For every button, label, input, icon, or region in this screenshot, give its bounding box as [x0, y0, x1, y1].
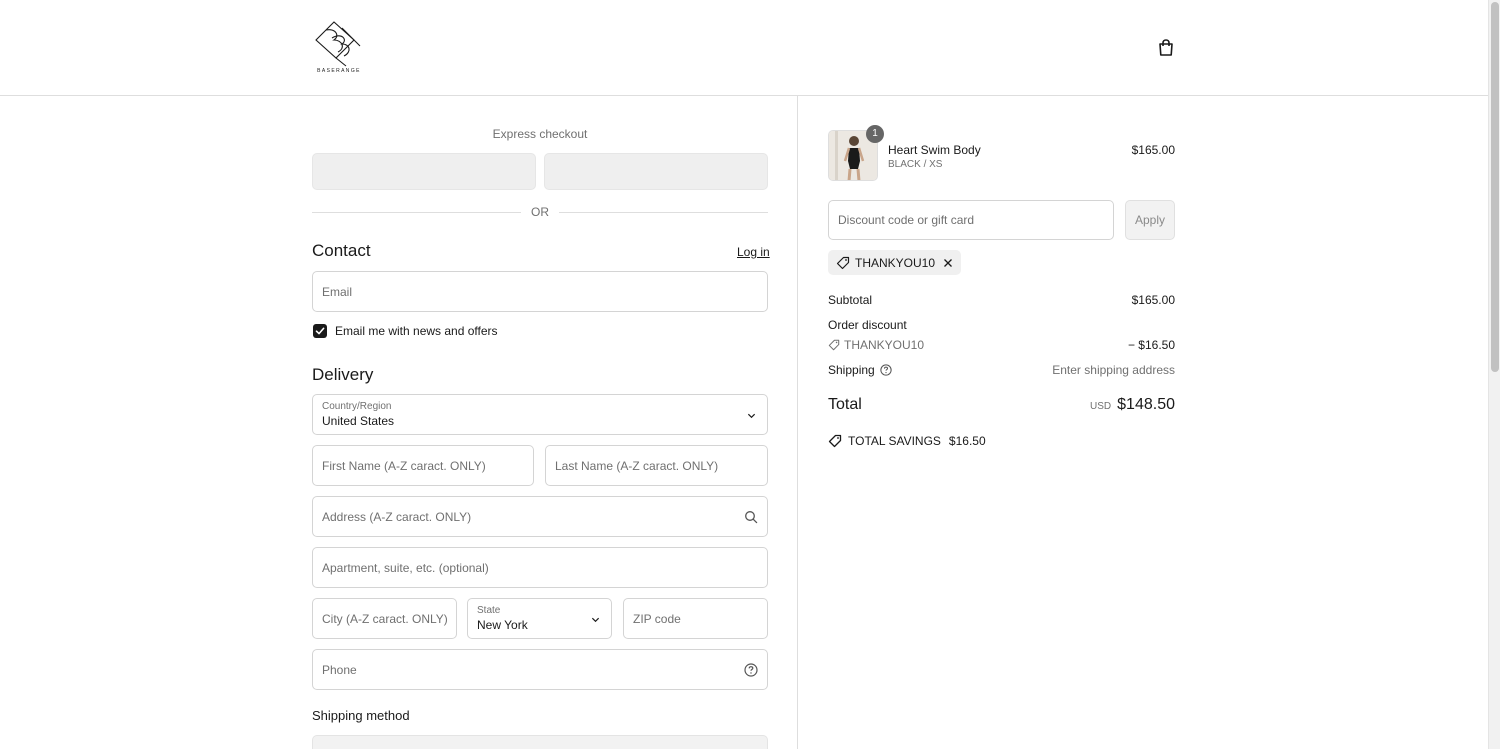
zip-input[interactable]	[624, 599, 767, 638]
subtotal-value: $165.00	[1131, 293, 1175, 307]
first-name-field[interactable]	[312, 445, 534, 486]
apartment-input[interactable]	[313, 548, 767, 587]
first-name-input[interactable]	[313, 446, 533, 485]
phone-field[interactable]	[312, 649, 768, 690]
email-field[interactable]	[312, 271, 768, 312]
apply-discount-button[interactable]: Apply	[1125, 200, 1175, 240]
product-price: $165.00	[1131, 143, 1175, 157]
tag-icon	[836, 256, 850, 269]
site-header: BASERANGE	[0, 0, 1488, 96]
shipping-label: Shipping	[828, 363, 875, 377]
order-discount-code-row: THANKYOU10	[828, 338, 924, 352]
shipping-value: Enter shipping address	[1052, 363, 1175, 377]
express-checkout-title: Express checkout	[492, 127, 588, 141]
total-savings-row: TOTAL SAVINGS $16.50	[828, 434, 986, 448]
tag-icon	[828, 339, 840, 351]
discount-field[interactable]	[828, 200, 1114, 240]
contact-heading: Contact	[312, 241, 371, 260]
state-select-value: New York	[477, 618, 528, 632]
address-input[interactable]	[313, 497, 767, 536]
last-name-field[interactable]	[545, 445, 768, 486]
country-select-value: United States	[322, 414, 395, 428]
logo-mark-icon	[315, 21, 361, 67]
tag-icon	[828, 434, 842, 448]
order-discount-value: − $16.50	[1127, 338, 1175, 352]
column-divider	[797, 96, 798, 749]
country-select[interactable]: Country/Region United States	[312, 394, 768, 435]
login-link[interactable]: Log in	[737, 245, 770, 259]
chevron-down-icon	[747, 413, 756, 419]
email-input[interactable]	[313, 272, 767, 311]
newsletter-label: Email me with news and offers	[335, 324, 498, 338]
logo-wordmark: BASERANGE	[317, 68, 361, 74]
product-name: Heart Swim Body	[888, 143, 981, 157]
total-value-row: USD $148.50	[1090, 396, 1175, 414]
shipping-row-label: Shipping	[828, 363, 892, 377]
product-variant: BLACK / XS	[888, 159, 943, 170]
express-pay-button-1[interactable]	[312, 153, 536, 190]
shopping-bag-icon[interactable]	[1156, 38, 1176, 58]
remove-discount-button[interactable]	[943, 258, 953, 268]
last-name-input[interactable]	[546, 446, 767, 485]
newsletter-checkbox-row[interactable]: Email me with news and offers	[313, 323, 498, 339]
checkmark-icon	[315, 327, 325, 335]
total-currency: USD	[1090, 401, 1112, 412]
total-savings-label: TOTAL SAVINGS	[848, 434, 941, 448]
chevron-down-icon	[591, 617, 600, 623]
close-icon	[944, 258, 952, 267]
phone-input[interactable]	[313, 650, 767, 689]
newsletter-checkbox[interactable]	[313, 324, 327, 338]
shipping-method-heading: Shipping method	[312, 708, 410, 723]
address-field[interactable]	[312, 496, 768, 537]
express-pay-button-2[interactable]	[544, 153, 768, 190]
delivery-heading: Delivery	[312, 365, 374, 384]
help-circle-icon[interactable]	[880, 364, 892, 376]
total-label: Total	[828, 396, 862, 413]
shipping-method-placeholder	[312, 735, 768, 749]
subtotal-label: Subtotal	[828, 293, 873, 307]
discount-input[interactable]	[829, 201, 1113, 239]
baserange-logo[interactable]: BASERANGE	[312, 18, 366, 78]
help-circle-icon[interactable]	[744, 663, 758, 677]
quantity-badge: 1	[866, 125, 884, 143]
city-input[interactable]	[313, 599, 456, 638]
total-amount: $148.50	[1117, 396, 1175, 413]
apartment-field[interactable]	[312, 547, 768, 588]
or-line-right	[559, 212, 768, 213]
scrollbar-thumb[interactable]	[1491, 2, 1499, 372]
city-field[interactable]	[312, 598, 457, 639]
page-scrollbar[interactable]	[1488, 0, 1500, 749]
search-icon[interactable]	[744, 510, 758, 524]
zip-field[interactable]	[623, 598, 768, 639]
applied-discount-code: THANKYOU10	[855, 255, 936, 270]
applied-discount-chip: THANKYOU10	[828, 250, 962, 275]
order-discount-label: Order discount	[828, 318, 907, 332]
order-discount-code: THANKYOU10	[844, 338, 925, 352]
state-select[interactable]: State New York	[467, 598, 612, 639]
state-select-label: State	[477, 605, 501, 616]
total-savings-value: $16.50	[948, 434, 986, 448]
or-divider: OR	[312, 204, 768, 220]
country-select-label: Country/Region	[322, 401, 392, 412]
